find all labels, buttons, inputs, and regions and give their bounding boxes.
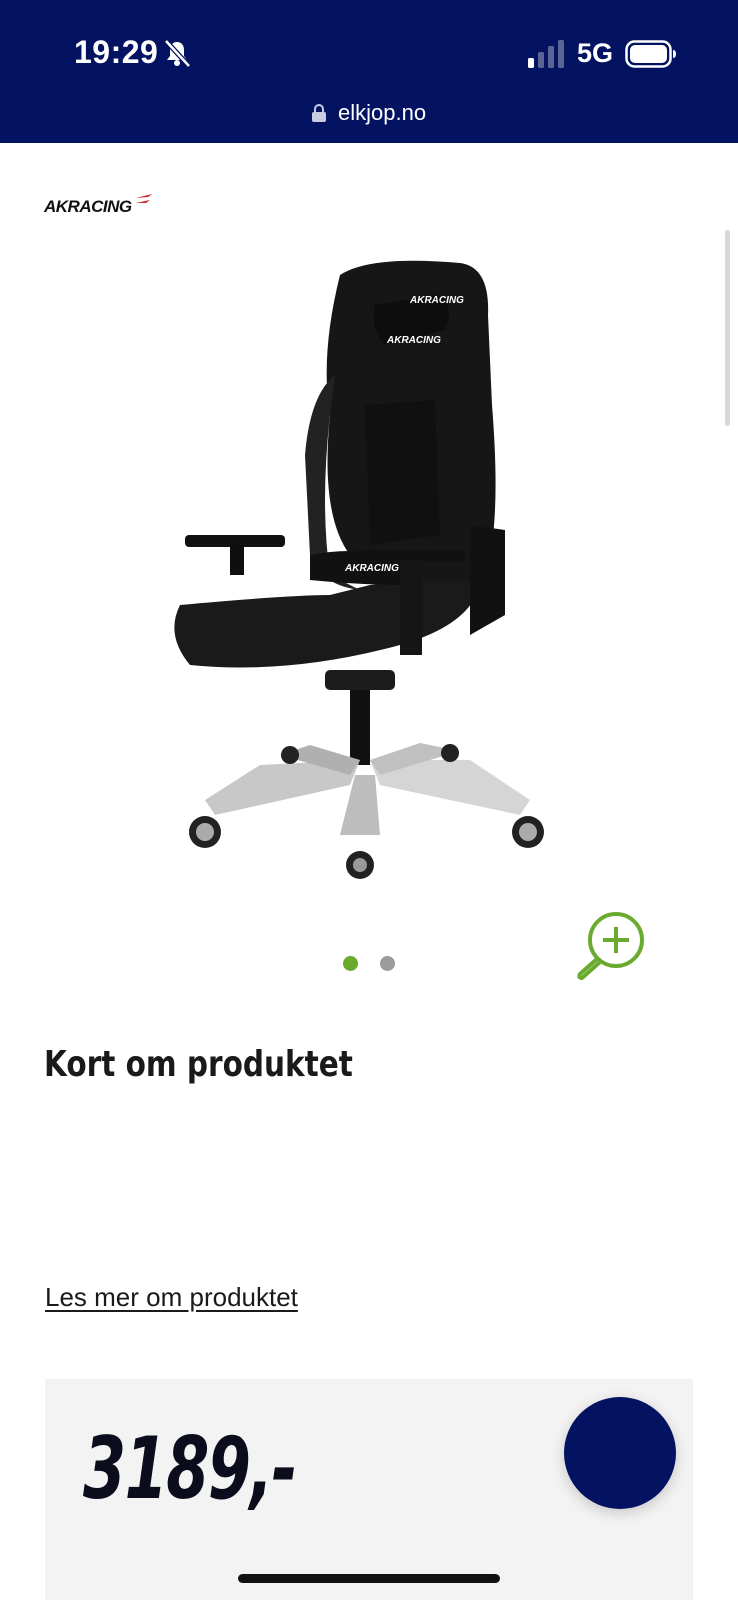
price-panel: 3189,- [45,1379,693,1600]
chat-button[interactable] [564,1397,676,1509]
bell-muted-icon [164,39,191,68]
section-heading: Kort om produktet [44,1044,353,1085]
cellular-signal-icon [528,40,564,68]
svg-text:AKRACING: AKRACING [44,197,132,216]
scrollbar[interactable] [725,230,730,426]
url-text: elkjop.no [338,100,427,125]
svg-text:AKRACING: AKRACING [409,295,464,306]
home-indicator[interactable] [238,1574,500,1583]
svg-text:AKRACING: AKRACING [344,563,399,574]
price: 3189,- [83,1419,297,1519]
battery-icon [625,40,676,68]
svg-text:AKRACING: AKRACING [386,335,441,346]
gaming-chair-image[interactable]: AKRACING AKRACING AKRACING [170,255,570,905]
clock: 19:29 [74,34,159,70]
lock-icon [311,104,326,122]
gallery-dot-2[interactable] [380,956,395,971]
address-bar[interactable]: elkjop.no [0,100,738,126]
zoom-in-icon[interactable] [576,910,646,980]
akracing-logo[interactable]: AKRACING [44,192,154,218]
read-more-link[interactable]: Les mer om produktet [45,1282,298,1313]
status-bar: 19:29 5G elkjop.no [0,0,738,143]
gallery-dot-1-active[interactable] [343,956,358,971]
network-type: 5G [577,38,614,68]
